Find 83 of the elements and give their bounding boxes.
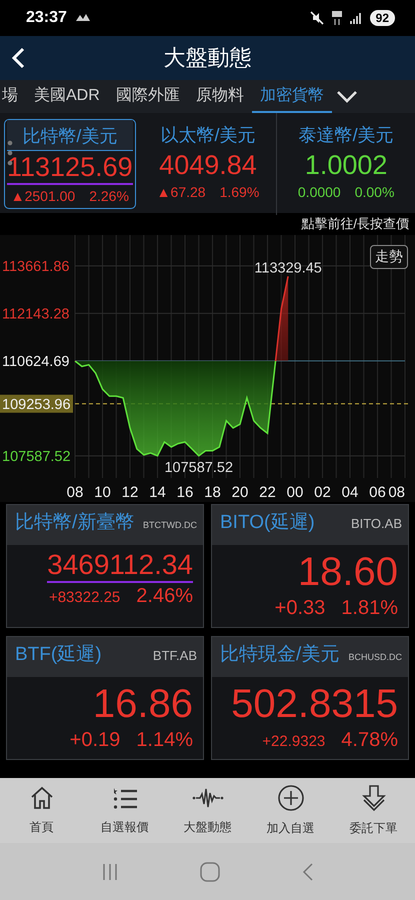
axis-label: 109253.96 [0,394,73,413]
trend-button[interactable]: 走勢 [370,245,408,269]
quote-change: +83322.25 [48,589,120,606]
quote-card[interactable]: BTF(延遲) BTF.AB 16.86 +0.19 1.14% [6,636,204,760]
ticker-name: 以太幣/美元 [160,124,256,147]
ticker-percent: 2.26% [89,188,129,204]
home-button-icon[interactable] [200,862,220,882]
quote-name: 比特現金/美元 [220,642,340,667]
quote-code: BITO.AB [350,516,402,531]
mute-icon [310,11,324,25]
nav-item[interactable]: 大盤動態 [166,778,249,843]
axis-label: 10 [94,484,111,501]
clock: 23:37 [26,9,67,27]
ticker-change: ▲67.28 [156,184,206,200]
axis-label: 16 [176,484,194,501]
ticker-change: ▲2501.00 [10,188,76,204]
nav-item[interactable]: 委託下單 [332,778,415,843]
quote-change: +0.19 [70,729,120,752]
category-tab[interactable]: 原物料 [188,80,252,113]
nav-item[interactable]: 加入自選 [249,778,332,843]
download-arrow-icon [360,784,386,812]
quote-percent: 4.78% [341,729,398,752]
axis-label: 22 [259,484,276,501]
ticker-price: 113125.69 [7,151,133,185]
quote-name: 比特幣/新臺幣 [15,511,134,535]
quote-percent: 1.81% [341,597,398,620]
page-title: 大盤動態 [164,44,252,72]
ticker-name: 比特幣/美元 [7,120,133,151]
axis-label: 08 [388,484,405,501]
ticker-card[interactable]: 比特幣/美元 113125.69 ▲2501.00 2.26% [4,119,136,209]
ticker-card[interactable]: 以太幣/美元 4049.84 ▲67.28 1.69% [140,113,278,215]
ticker-name: 泰達幣/美元 [298,124,394,147]
battery-indicator: 92 [370,10,395,26]
category-tab[interactable]: 國際外匯 [108,80,188,113]
quote-name: BITO(延遲) [220,511,315,535]
axis-label: 14 [149,484,166,501]
axis-label: 02 [314,484,331,501]
axis-label: 12 [122,484,138,501]
quote-code: BTCTWD.DC [143,520,197,530]
quote-card[interactable]: BITO(延遲) BITO.AB 18.60 +0.33 1.81% [211,504,409,628]
axis-label: 04 [342,484,358,501]
ticker-price: 1.0002 [304,149,388,181]
quote-percent: 2.46% [136,585,193,608]
axis-label: 107587.52 [2,448,71,465]
quote-price: 3469112.34 [47,549,193,584]
quote-card[interactable]: 比特幣/新臺幣 BTCTWD.DC 3469112.34 +83322.25 2.46% [6,504,204,628]
axis-label: 06 [369,484,386,501]
home-icon [28,785,54,811]
value-label: 113329.45 [254,260,322,276]
quote-code: BCHUSD.DC [348,652,402,662]
quote-card[interactable]: 比特現金/美元 BCHUSD.DC 502.8315 +22.9323 4.78% [211,636,409,760]
back-nav-icon[interactable] [302,862,314,882]
quote-price: 16.86 [92,681,193,727]
quote-change: +0.33 [274,597,326,620]
ticker-card[interactable]: 泰達幣/美元 1.0002 0.0000 0.00% [277,113,415,215]
quote-price: 502.8315 [231,681,398,727]
nav-item[interactable]: 首頁 [0,778,83,843]
quote-percent: 1.14% [136,729,193,752]
quote-change: +22.9323 [262,733,326,750]
value-label: 107587.52 [164,460,234,476]
quote-name: BTF(延遲) [15,643,102,667]
chevron-down-icon[interactable] [336,90,358,104]
ticker-price: 4049.84 [159,149,257,181]
axis-label: 113661.86 [2,258,70,275]
axis-label: 00 [286,484,304,501]
nav-item[interactable]: 自選報價 [83,778,166,843]
axis-label: 110624.69 [2,354,70,370]
category-tab[interactable]: 場 [0,80,26,113]
quote-price: 18.60 [298,549,398,595]
category-tab[interactable]: 美國ADR [26,80,108,113]
axis-label: 18 [204,484,221,501]
ticker-change: 0.0000 [298,184,341,200]
axis-label: 20 [232,484,248,501]
add-icon [276,784,304,812]
ticker-percent: 0.00% [354,184,394,200]
hint-text: 點擊前往/長按查價 [300,215,410,233]
ticker-percent: 1.69% [220,184,260,200]
axis-label: 112143.28 [2,306,70,322]
back-icon[interactable] [10,47,26,69]
signal-icon [350,12,362,24]
recent-apps-icon[interactable] [100,862,119,880]
axis-label: 08 [66,484,84,501]
quote-code: BTF.AB [152,648,197,663]
